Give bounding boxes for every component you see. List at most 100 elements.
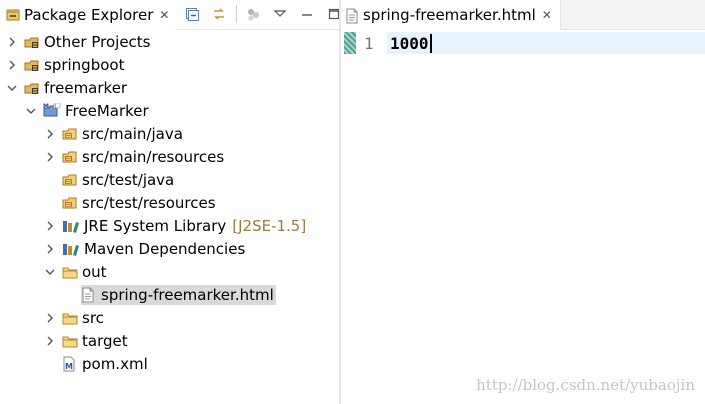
tree-item-label: FreeMarker [65, 102, 149, 120]
close-icon[interactable]: ✕ [542, 9, 552, 21]
working-set-icon [24, 57, 40, 73]
chevron-down-icon[interactable] [6, 82, 18, 94]
tree-item-label: src/test/java [82, 171, 175, 189]
svg-text:J: J [54, 103, 56, 109]
folder-icon [62, 264, 78, 280]
working-set-icon [24, 34, 40, 50]
tree-item-content: Maven Dependencies [62, 239, 247, 259]
tree-item-decoration: [J2SE-1.5] [232, 217, 307, 235]
chevron-right-icon[interactable] [6, 36, 18, 48]
tree-item-content: spring-freemarker.html [81, 285, 276, 305]
maven-pom-icon: M [62, 356, 78, 372]
tree-item-content: M J FreeMarker [43, 101, 151, 121]
eclipse-workbench: Package Explorer ✕ Other Projects spring… [0, 0, 705, 404]
editor-tab-title: spring-freemarker.html [363, 6, 536, 24]
package-explorer-toolbar [182, 4, 351, 24]
tree-item-label: JRE System Library [84, 217, 227, 235]
watermark: http://blog.csdn.net/yubaojin [476, 376, 695, 394]
tree-item[interactable]: Mpom.xml [44, 353, 150, 375]
tree-item-label: src/main/resources [82, 148, 225, 166]
editor-area: spring-freemarker.html ✕ 1 1000 http://b… [341, 0, 705, 404]
tree-item-content: out [62, 262, 109, 282]
tree-item[interactable]: src [44, 307, 106, 329]
text-caret [429, 33, 432, 53]
chevron-right-icon[interactable] [44, 335, 56, 347]
gutter-line-1: 1 [341, 32, 387, 54]
chevron-right-icon[interactable] [44, 312, 56, 324]
tree-item-label: target [82, 332, 128, 350]
code-line-1[interactable]: 1000 [390, 32, 432, 54]
source-folder-icon [62, 126, 78, 142]
tree-item-content: JRE System Library [J2SE-1.5] [62, 216, 308, 236]
folder-icon [62, 310, 78, 326]
source-folder-icon [62, 195, 78, 211]
tree-item-content: target [62, 331, 130, 351]
tree-item-label: spring-freemarker.html [101, 286, 274, 304]
source-folder-icon [62, 149, 78, 165]
collapse-all-icon[interactable] [182, 4, 202, 24]
tree-item-label: src/test/resources [82, 194, 216, 212]
svg-text:M: M [43, 103, 49, 110]
tree-item[interactable]: spring-freemarker.html [63, 284, 276, 306]
library-icon [62, 218, 80, 234]
maven-project-icon: MJ [43, 103, 61, 119]
focus-on-active-task-icon[interactable] [243, 4, 263, 24]
line-number-ruler: 1 [341, 30, 387, 404]
tree-item[interactable]: src/test/java [44, 169, 176, 191]
tree-item-label: Other Projects [44, 33, 151, 51]
svg-text:M: M [65, 362, 73, 371]
tree-item[interactable]: springboot [6, 54, 126, 76]
chevron-down-icon[interactable] [44, 266, 56, 278]
tree-item-content: src/main/java [62, 124, 185, 144]
editor-tab-spring-freemarker[interactable]: spring-freemarker.html ✕ [341, 0, 561, 30]
chevron-right-icon[interactable] [44, 151, 56, 163]
library-icon [62, 241, 80, 257]
working-set-icon [24, 80, 40, 96]
source-folder-icon [62, 172, 78, 188]
package-explorer-icon [6, 8, 20, 22]
tree-item-label: freemarker [44, 79, 128, 97]
tree-item-content: Mpom.xml [62, 354, 150, 374]
tree-item-content: src [62, 308, 106, 328]
line-number: 1 [364, 33, 374, 53]
tree-item[interactable]: src/main/java [44, 123, 185, 145]
tree-item[interactable]: M J FreeMarker [25, 100, 151, 122]
package-explorer-view: Package Explorer ✕ Other Projects spring… [0, 0, 340, 404]
package-explorer-tab[interactable]: Package Explorer ✕ [0, 0, 176, 30]
tree-item-label: pom.xml [82, 355, 148, 373]
tree-item-label: Maven Dependencies [84, 240, 246, 258]
tree-item-content: springboot [24, 55, 126, 75]
chevron-right-icon[interactable] [6, 59, 18, 71]
tree-item[interactable]: src/test/resources [44, 192, 218, 214]
text-editor[interactable]: 1000 [387, 30, 705, 404]
chevron-right-icon[interactable] [44, 128, 56, 140]
code-text: 1000 [390, 33, 429, 53]
tree-item[interactable]: target [44, 330, 130, 352]
tree-item-content: src/test/resources [62, 193, 218, 213]
chevron-right-icon[interactable] [44, 243, 56, 255]
html-file-icon [345, 8, 359, 24]
quick-diff-marker [344, 32, 356, 54]
close-icon[interactable]: ✕ [159, 9, 169, 21]
tree-item-content: freemarker [24, 78, 129, 98]
tree-item[interactable]: freemarker [6, 77, 129, 99]
chevron-down-icon[interactable] [25, 105, 37, 117]
html-file-icon [81, 287, 97, 303]
editor-tabbar: spring-freemarker.html ✕ [341, 0, 705, 30]
tree-item-label: out [82, 263, 107, 281]
tree-item[interactable]: src/main/resources [44, 146, 226, 168]
toolbar-separator [236, 5, 237, 23]
folder-icon [62, 333, 78, 349]
link-with-editor-icon[interactable] [209, 4, 229, 24]
tree-item-content: src/main/resources [62, 147, 226, 167]
tree-item[interactable]: out [44, 261, 109, 283]
view-menu-icon[interactable] [270, 4, 290, 24]
tree-item[interactable]: Maven Dependencies [44, 238, 247, 260]
tree-item-content: Other Projects [24, 32, 153, 52]
tree-item[interactable]: Other Projects [6, 31, 153, 53]
tree-item-label: springboot [44, 56, 125, 74]
package-explorer-title: Package Explorer [24, 6, 154, 24]
chevron-right-icon[interactable] [44, 220, 56, 232]
tree-item[interactable]: JRE System Library [J2SE-1.5] [44, 215, 308, 237]
minimize-icon[interactable] [297, 4, 317, 24]
